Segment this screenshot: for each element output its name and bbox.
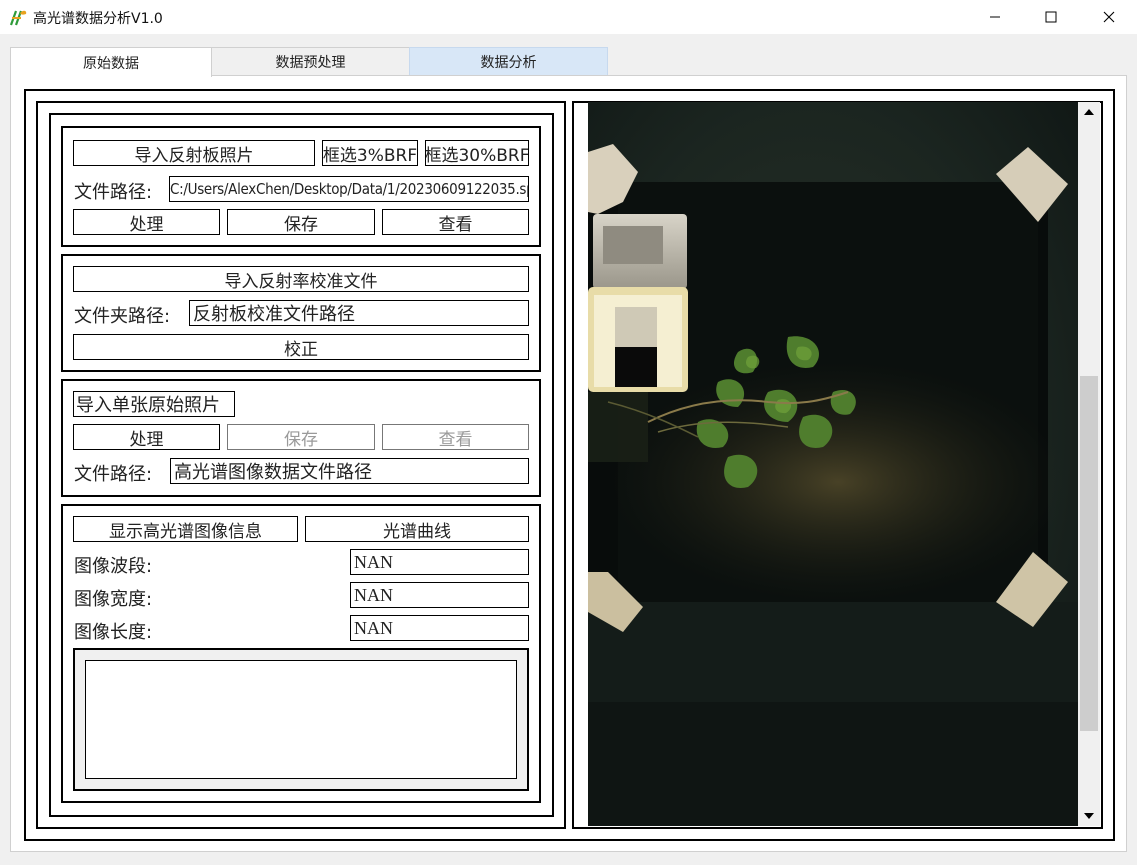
raw-view-button[interactable]: 查看: [382, 424, 529, 450]
raw-save-button[interactable]: 保存: [227, 424, 375, 450]
reflectance-view-button[interactable]: 查看: [382, 209, 529, 235]
raw-process-button[interactable]: 处理: [73, 424, 220, 450]
scroll-up-arrow-icon: [1084, 109, 1094, 115]
calibration-folder-label: 文件夹路径:: [74, 306, 171, 327]
raw-path-field[interactable]: 高光谱图像数据文件路径: [170, 458, 529, 484]
log-text-area[interactable]: [85, 660, 517, 779]
hyperspectral-image: [588, 102, 1078, 826]
title-bar: 高光谱数据分析V1.0: [0, 0, 1137, 34]
image-scrollbar[interactable]: [1078, 102, 1100, 826]
image-bands-value: NAN: [350, 549, 529, 575]
reflectance-path-label: 文件路径:: [74, 182, 153, 203]
scroll-up-button[interactable]: [1078, 102, 1100, 122]
import-reflectance-photo-button[interactable]: 导入反射板照片: [73, 140, 315, 166]
hyperspectral-image-view[interactable]: [588, 102, 1078, 826]
image-length-label: 图像长度:: [74, 622, 153, 643]
leaf-logo-icon: [9, 10, 27, 26]
scroll-thumb[interactable]: [1080, 376, 1098, 731]
scroll-down-arrow-icon: [1084, 813, 1094, 819]
image-width-label: 图像宽度:: [74, 589, 153, 610]
maximize-icon: [1045, 11, 1057, 23]
show-image-info-button[interactable]: 显示高光谱图像信息: [73, 516, 298, 542]
scroll-down-button[interactable]: [1078, 806, 1100, 826]
maximize-button[interactable]: [1022, 0, 1080, 34]
calibration-folder-field[interactable]: 反射板校准文件路径: [189, 300, 529, 326]
select-3-brf-button[interactable]: 框选3%BRF: [322, 140, 418, 166]
close-icon: [1103, 11, 1115, 23]
reflectance-save-button[interactable]: 保存: [227, 209, 375, 235]
image-bands-label: 图像波段:: [74, 556, 153, 577]
close-button[interactable]: [1080, 0, 1137, 34]
window-title: 高光谱数据分析V1.0: [33, 11, 163, 27]
reflectance-process-button[interactable]: 处理: [73, 209, 220, 235]
raw-path-label: 文件路径:: [74, 464, 153, 485]
image-length-value: NAN: [350, 615, 529, 641]
minimize-button[interactable]: [966, 0, 1024, 34]
tab-analysis[interactable]: 数据分析: [409, 47, 608, 76]
calibrate-button[interactable]: 校正: [73, 334, 529, 360]
reflectance-path-field[interactable]: C:/Users/AlexChen/Desktop/Data/1/2023060…: [169, 176, 529, 202]
minimize-icon: [990, 16, 1000, 18]
spectral-curve-button[interactable]: 光谱曲线: [305, 516, 529, 542]
import-calibration-file-button[interactable]: 导入反射率校准文件: [73, 266, 529, 292]
tab-raw-data[interactable]: 原始数据: [10, 47, 212, 77]
import-raw-image-button[interactable]: 导入单张原始照片: [73, 391, 235, 417]
image-width-value: NAN: [350, 582, 529, 608]
log-frame: [73, 648, 529, 791]
tab-preprocessing[interactable]: 数据预处理: [211, 47, 410, 76]
reflectance-path-value: C:/Users/AlexChen/Desktop/Data/1/2023060…: [170, 180, 529, 198]
select-30-brf-button[interactable]: 框选30%BRF: [425, 140, 529, 166]
